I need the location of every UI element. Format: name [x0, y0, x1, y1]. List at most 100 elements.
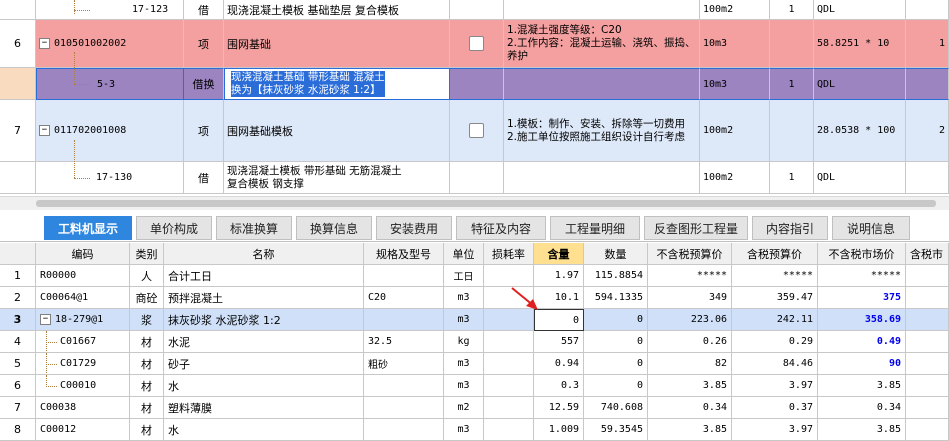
col-header-budget-excl[interactable]: 不含税预算价 — [648, 243, 732, 265]
col-header-unit[interactable]: 单位 — [444, 243, 484, 265]
collapse-icon[interactable]: − — [39, 125, 50, 136]
col-header-quantity[interactable]: 数量 — [584, 243, 648, 265]
col-header-name[interactable]: 名称 — [164, 243, 364, 265]
resource-category: 商砼 — [130, 287, 164, 309]
item-features — [504, 162, 700, 194]
item-expr: QDL — [814, 162, 906, 194]
table-row[interactable]: 7 − 011702001008 项 围网基础模板 1.模板：制作、安装、拆除等… — [0, 100, 949, 162]
market-price-excl: 375 — [818, 287, 906, 309]
collapse-icon[interactable]: − — [39, 38, 50, 49]
row-number: 6 — [0, 375, 36, 397]
tab-unit-price[interactable]: 单价构成 — [136, 216, 212, 240]
item-code: 17-130 — [36, 162, 184, 194]
horizontal-scrollbar[interactable] — [0, 196, 949, 210]
table-row[interactable]: 5 C01729 材砂子 粗砂 m3 0.94 0 82 84.46 90 — [0, 353, 949, 375]
resource-content[interactable]: 1.97 — [534, 265, 584, 287]
col-header-market-incl[interactable]: 含税市 — [906, 243, 949, 265]
item-unit: 100m2 — [700, 100, 770, 162]
row-number: 1 — [0, 265, 36, 287]
check-cell — [450, 20, 504, 68]
budget-price-excl: 349 — [648, 287, 732, 309]
col-header-budget-incl[interactable]: 含税预算价 — [732, 243, 818, 265]
resource-name: 水 — [164, 419, 364, 441]
market-price-incl — [906, 397, 949, 419]
row-number: 4 — [0, 331, 36, 353]
tab-reverse-graphic[interactable]: 反查图形工程量 — [644, 216, 748, 240]
resource-quantity: 594.1335 — [584, 287, 648, 309]
tab-standard-conversion[interactable]: 标准换算 — [216, 216, 292, 240]
table-row[interactable]: 6 C00010 材水 m3 0.3 0 3.85 3.97 3.85 — [0, 375, 949, 397]
resource-code: C00010 — [36, 375, 130, 397]
table-row[interactable]: 5-3 借换 现浇混凝土基础 带形基础 混凝土 换为【抹灰砂浆 水泥砂浆 1:2… — [0, 68, 949, 100]
market-price-incl — [906, 265, 949, 287]
tab-quantity-details[interactable]: 工程量明细 — [550, 216, 640, 240]
item-expr: 28.0538 * 100 — [814, 100, 906, 162]
tree-line — [74, 52, 75, 84]
resource-name: 合计工日 — [164, 265, 364, 287]
resource-content[interactable]: 1.009 — [534, 419, 584, 441]
col-header-code[interactable]: 编码 — [36, 243, 130, 265]
table-row[interactable]: 17-123 借 现浇混凝土模板 基础垫层 复合模板 100m2 1 QDL — [0, 0, 949, 20]
resource-content[interactable]: 12.59 — [534, 397, 584, 419]
check-cell — [450, 0, 504, 20]
col-header-category[interactable]: 类别 — [130, 243, 164, 265]
item-features — [504, 68, 700, 100]
resource-unit: m3 — [444, 309, 484, 331]
market-price-excl: 90 — [818, 353, 906, 375]
col-header-loss[interactable]: 损耗率 — [484, 243, 534, 265]
resource-code-text: C00012 — [40, 424, 77, 435]
item-code-cell: − 010501002002 — [36, 20, 184, 68]
item-name-editor[interactable]: 现浇混凝土基础 带形基础 混凝土 换为【抹灰砂浆 水泥砂浆 1:2】 — [224, 68, 450, 100]
scrollbar-thumb[interactable] — [36, 200, 936, 207]
col-header — [0, 243, 36, 265]
tab-description[interactable]: 说明信息 — [832, 216, 910, 240]
budget-price-incl: 0.37 — [732, 397, 818, 419]
table-row[interactable]: 7 C00038 材塑料薄膜 m2 12.59 740.608 0.34 0.37 0.34 — [0, 397, 949, 419]
market-price-incl — [906, 375, 949, 397]
table-row[interactable]: 6 − 010501002002 项 围网基础 1.混凝土强度等级：C20 2.… — [0, 20, 949, 68]
resource-quantity: 0 — [584, 353, 648, 375]
resource-content[interactable]: 0.94 — [534, 353, 584, 375]
table-row[interactable]: 8 C00012 材水 m3 1.009 59.3545 3.85 3.97 3.85 — [0, 419, 949, 441]
budget-price-excl: ***** — [648, 265, 732, 287]
tab-conversion-info[interactable]: 换算信息 — [296, 216, 372, 240]
resource-code: −18-279@1 — [36, 309, 130, 331]
resource-content[interactable]: 0 — [534, 309, 584, 331]
resource-content[interactable]: 10.1 — [534, 287, 584, 309]
grid-header: 编码 类别 名称 规格及型号 单位 损耗率 含量 数量 不含税预算价 含税预算价… — [0, 243, 949, 265]
table-row[interactable]: 1 R00000 人合计工日 工日 1.97 115.8854 ***** ***** ****… — [0, 265, 949, 287]
item-extra: 2 — [906, 100, 949, 162]
resource-code: C01667 — [36, 331, 130, 353]
item-extra — [906, 162, 949, 194]
tree-line — [46, 342, 47, 352]
tab-content-guide[interactable]: 内容指引 — [752, 216, 828, 240]
resource-category: 材 — [130, 375, 164, 397]
resource-content[interactable]: 0.3 — [534, 375, 584, 397]
item-name: 现浇混凝土模板 带形基础 无筋混凝土 复合模板 钢支撑 — [224, 162, 450, 194]
col-header-content[interactable]: 含量 — [534, 243, 584, 265]
resource-quantity: 0 — [584, 331, 648, 353]
col-header-spec[interactable]: 规格及型号 — [364, 243, 444, 265]
item-qty — [770, 100, 814, 162]
resource-code: C00064@1 — [36, 287, 130, 309]
col-header-market-excl[interactable]: 不含税市场价 — [818, 243, 906, 265]
row-number: 2 — [0, 287, 36, 309]
item-name: 围网基础 — [224, 20, 450, 68]
item-code: 011702001008 — [54, 125, 127, 136]
checkbox[interactable] — [469, 123, 484, 138]
table-row[interactable]: 3−18-279@1 浆抹灰砂浆 水泥砂浆 1:2 m3 0 0 223.06 242.11… — [0, 309, 949, 331]
item-features: 1.模板：制作、安装、拆除等一切费用 2.施工单位按照施工组织设计自行考虑 — [504, 100, 700, 162]
tab-install-fees[interactable]: 安装费用 — [376, 216, 452, 240]
table-row[interactable]: 4 C01667 材水泥 32.5 kg 557 0 0.26 0.29 0.49 — [0, 331, 949, 353]
item-unit: 10m3 — [700, 68, 770, 100]
item-unit: 100m2 — [700, 0, 770, 20]
collapse-icon[interactable]: − — [40, 314, 51, 325]
tab-labor-material[interactable]: 工料机显示 — [44, 216, 132, 240]
row-number: 7 — [0, 397, 36, 419]
table-row[interactable]: 17-130 借 现浇混凝土模板 带形基础 无筋混凝土 复合模板 钢支撑 100… — [0, 162, 949, 194]
item-type: 项 — [184, 100, 224, 162]
checkbox[interactable] — [469, 36, 484, 51]
table-row[interactable]: 2 C00064@1 商砼 预拌混凝土 C20 m3 10.1 594.1335 349 359.… — [0, 287, 949, 309]
resource-content[interactable]: 557 — [534, 331, 584, 353]
tab-features-content[interactable]: 特征及内容 — [456, 216, 546, 240]
